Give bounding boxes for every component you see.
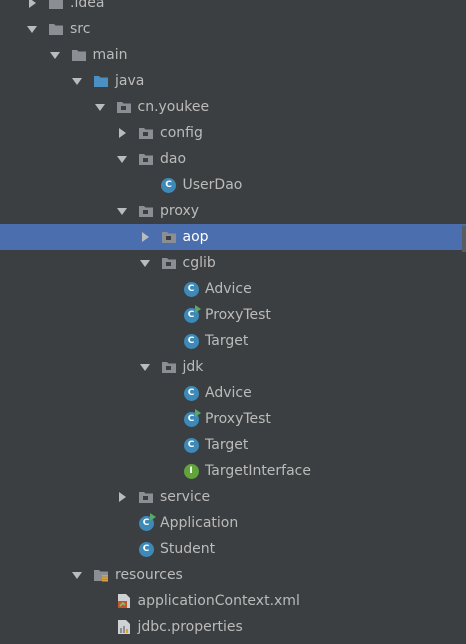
runnable-class-icon: C [183, 409, 201, 427]
project-tree[interactable]: .idea src main java cn.youkee config dao C UserD… [0, 0, 466, 640]
tree-item-cglib[interactable]: cglib [0, 250, 466, 276]
tree-item--idea[interactable]: .idea [0, 0, 466, 16]
tree-item-label: src [70, 21, 91, 37]
properties-file-icon [116, 619, 132, 635]
collapse-arrow-icon[interactable] [49, 49, 61, 61]
package-icon [138, 151, 154, 167]
tree-item-label: Advice [205, 385, 252, 401]
tree-item-application[interactable]: C Application [0, 510, 466, 536]
expand-arrow-icon[interactable] [26, 0, 38, 9]
tree-item-label: .idea [70, 0, 105, 11]
tree-item-aop[interactable]: aop [0, 224, 466, 250]
package-icon [116, 99, 132, 115]
tree-item-resources[interactable]: resources [0, 562, 466, 588]
expand-arrow-icon[interactable] [116, 127, 128, 139]
tree-item-label: cglib [182, 255, 216, 271]
tree-item-label: main [92, 47, 128, 63]
tree-item-label: config [160, 125, 203, 141]
tree-item-jdk[interactable]: jdk [0, 354, 466, 380]
tree-item-src[interactable]: src [0, 16, 466, 42]
tree-item-label: Student [160, 541, 216, 557]
interface-icon: I [183, 463, 199, 479]
expand-arrow-icon[interactable] [116, 491, 128, 503]
source-folder-icon [93, 73, 109, 89]
collapse-arrow-icon[interactable] [26, 23, 38, 35]
collapse-arrow-icon[interactable] [71, 569, 83, 581]
tree-item-label: Target [205, 333, 249, 349]
tree-item-proxytest[interactable]: C ProxyTest [0, 406, 466, 432]
folder-icon [71, 47, 87, 63]
package-icon [138, 489, 154, 505]
tree-item-cn-youkee[interactable]: cn.youkee [0, 94, 466, 120]
tree-item-proxy[interactable]: proxy [0, 198, 466, 224]
tree-item-label: aop [182, 229, 209, 245]
collapse-arrow-icon[interactable] [71, 75, 83, 87]
package-icon [161, 229, 177, 245]
tree-item-label: cn.youkee [137, 99, 210, 115]
folder-icon [48, 21, 64, 37]
tree-item-label: proxy [160, 203, 200, 219]
class-icon: C [183, 437, 199, 453]
package-icon [138, 203, 154, 219]
tree-item-advice[interactable]: C Advice [0, 276, 466, 302]
tree-item-student[interactable]: C Student [0, 536, 466, 562]
tree-item-label: ProxyTest [205, 411, 271, 427]
tree-item-label: Advice [205, 281, 252, 297]
tree-item-targetinterface[interactable]: I TargetInterface [0, 458, 466, 484]
tree-item-main[interactable]: main [0, 42, 466, 68]
package-icon [161, 255, 177, 271]
collapse-arrow-icon[interactable] [139, 361, 151, 373]
class-icon: C [183, 333, 199, 349]
collapse-arrow-icon[interactable] [94, 101, 106, 113]
tree-item-java[interactable]: java [0, 68, 466, 94]
runnable-class-icon: C [138, 513, 156, 531]
tree-item-advice[interactable]: C Advice [0, 380, 466, 406]
tree-item-config[interactable]: config [0, 120, 466, 146]
tree-item-label: dao [160, 151, 187, 167]
tree-item-label: ProxyTest [205, 307, 271, 323]
tree-item-jdbc-properties[interactable]: jdbc.properties [0, 614, 466, 640]
tree-item-target[interactable]: C Target [0, 328, 466, 354]
tree-item-label: Application [160, 515, 239, 531]
expand-arrow-icon[interactable] [139, 231, 151, 243]
tree-item-label: java [115, 73, 145, 89]
tree-item-target[interactable]: C Target [0, 432, 466, 458]
package-icon [138, 125, 154, 141]
scrollbar-thumb[interactable] [462, 226, 466, 252]
tree-item-label: Target [205, 437, 249, 453]
resources-folder-icon [93, 567, 109, 583]
tree-item-dao[interactable]: dao [0, 146, 466, 172]
tree-item-label: jdbc.properties [137, 619, 243, 635]
tree-item-userdao[interactable]: C UserDao [0, 172, 466, 198]
tree-item-label: jdk [182, 359, 204, 375]
tree-item-applicationcontext-xml[interactable]: applicationContext.xml [0, 588, 466, 614]
collapse-arrow-icon[interactable] [116, 205, 128, 217]
package-icon [161, 359, 177, 375]
tree-item-label: resources [115, 567, 183, 583]
runnable-class-icon: C [183, 305, 201, 323]
tree-item-service[interactable]: service [0, 484, 466, 510]
class-icon: C [138, 541, 154, 557]
tree-item-proxytest[interactable]: C ProxyTest [0, 302, 466, 328]
class-icon: C [183, 281, 199, 297]
tree-item-label: UserDao [182, 177, 243, 193]
class-icon: C [183, 385, 199, 401]
tree-item-label: TargetInterface [205, 463, 311, 479]
xml-file-icon [116, 593, 132, 609]
collapse-arrow-icon[interactable] [139, 257, 151, 269]
folder-icon [48, 0, 64, 11]
tree-item-label: applicationContext.xml [137, 593, 300, 609]
collapse-arrow-icon[interactable] [116, 153, 128, 165]
tree-item-label: service [160, 489, 211, 505]
class-icon: C [161, 177, 177, 193]
